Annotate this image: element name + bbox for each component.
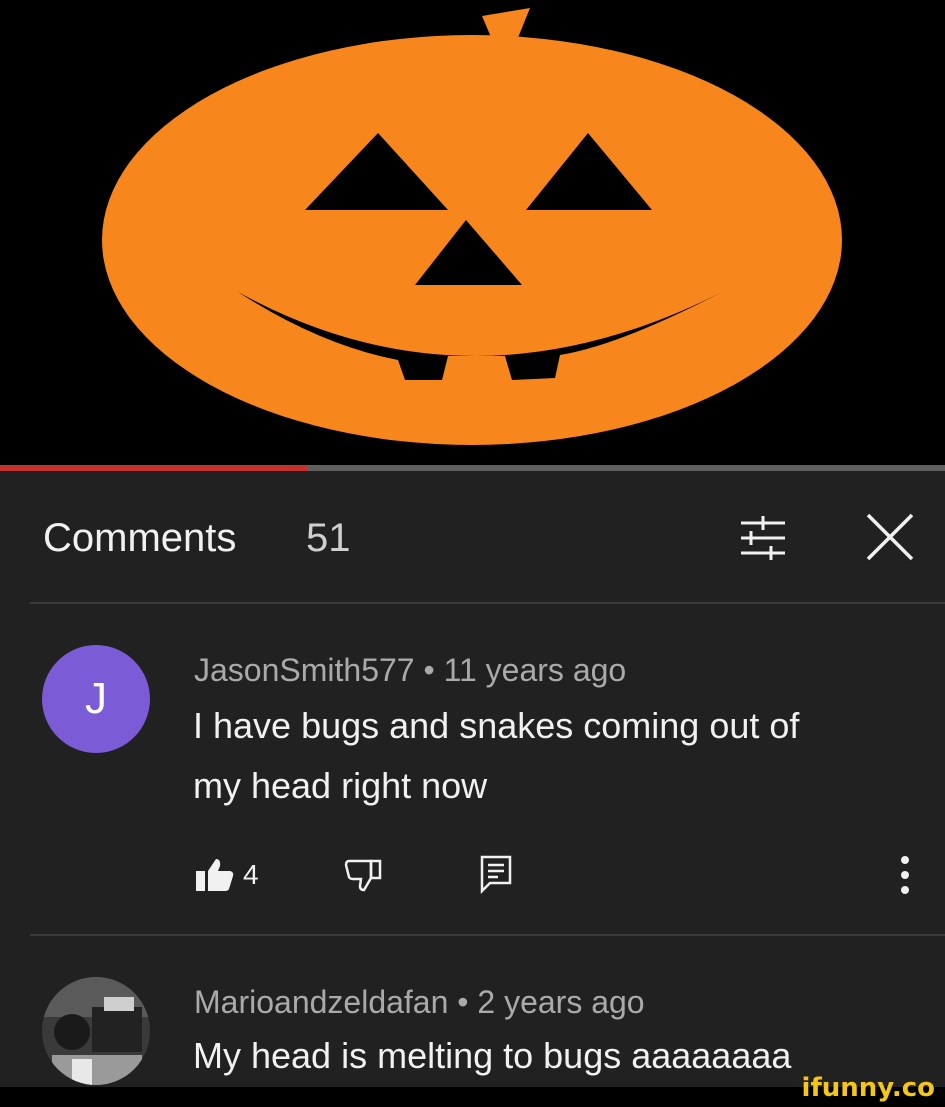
comments-title: Comments [43,516,237,560]
comment-text-line: My head is melting to bugs aaaaaaaa [193,1035,792,1076]
watermark: ifunny.co [801,1073,935,1103]
avatar-letter: J [85,674,107,723]
more-options-icon[interactable] [893,853,917,897]
pumpkin-image [102,8,842,445]
comments-header: Comments 51 [0,471,945,602]
avatar-photo-image [42,977,150,1085]
comment-text-line: I have bugs and snakes coming out of [193,705,800,746]
comment-text: My head is melting to bugs aaaaaaaa [193,1026,893,1086]
comment-text-line: my head right now [193,765,488,806]
comment-text: I have bugs and snakes coming out of my … [193,696,893,816]
comment-author-meta[interactable]: JasonSmith577 • 11 years ago [194,652,626,689]
comments-panel: Comments 51 J JasonSmith577 • 11 years a [0,471,945,1087]
like-icon[interactable] [194,857,236,893]
dislike-icon[interactable] [343,857,385,893]
comment-divider [30,934,945,936]
close-icon[interactable] [862,509,918,565]
header-divider [30,602,945,604]
comment-author-meta[interactable]: Marioandzeldafan • 2 years ago [194,984,645,1021]
avatar[interactable]: J [42,645,150,753]
sort-filter-icon[interactable] [735,513,791,563]
reply-icon[interactable] [478,853,514,895]
avatar[interactable] [42,977,150,1085]
comments-count: 51 [306,516,351,560]
video-player[interactable] [0,0,945,465]
like-count: 4 [243,859,259,890]
